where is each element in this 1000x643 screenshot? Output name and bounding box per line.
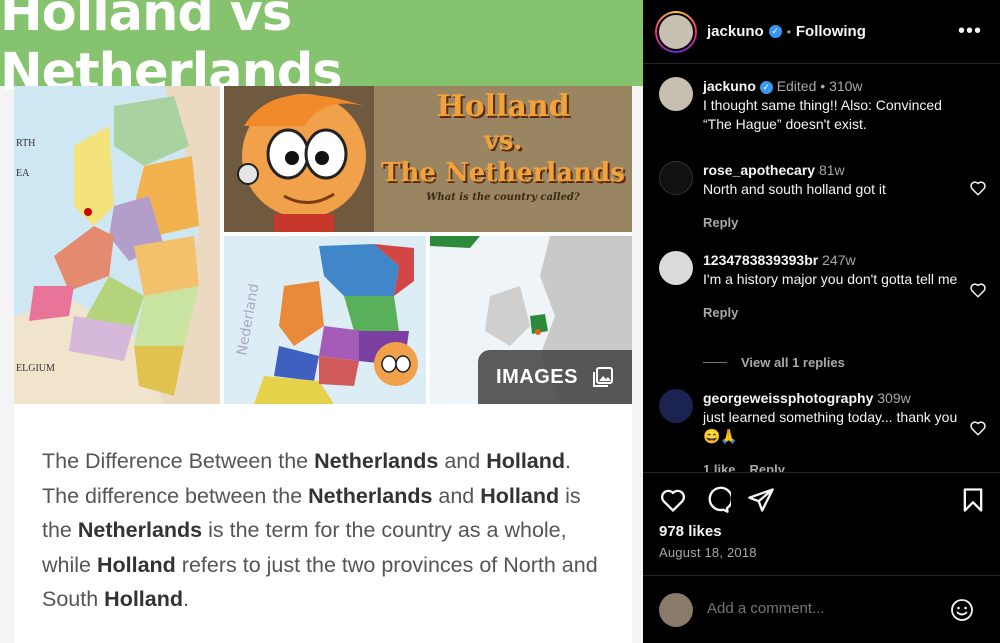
- header-separator: •: [786, 24, 791, 39]
- heart-icon[interactable]: [969, 281, 987, 299]
- likes-count[interactable]: 978 likes: [659, 523, 722, 540]
- definition-text: The Difference Between the Netherlands a…: [42, 444, 610, 617]
- comment-avatar[interactable]: [659, 77, 693, 111]
- netherlands-provinces-map: RTH EA ELGIUM: [14, 86, 220, 404]
- current-user-avatar: [659, 593, 693, 627]
- comment-age: 309w: [877, 390, 911, 406]
- desc-text: and: [438, 449, 487, 473]
- view-replies-label: View all 1 replies: [741, 355, 845, 370]
- comment-edited: Edited: [776, 78, 817, 94]
- map-label-north: RTH: [16, 138, 35, 149]
- add-comment-bar: [643, 575, 1000, 643]
- cartoon-subtitle: What is the country called?: [426, 192, 580, 203]
- desc-bold: Holland: [96, 552, 176, 577]
- desc-bold: Holland: [104, 587, 184, 611]
- verified-badge-icon: ✓: [768, 25, 782, 38]
- comment-avatar[interactable]: [659, 161, 693, 195]
- reply-button[interactable]: Reply: [703, 303, 965, 322]
- add-comment-input[interactable]: [707, 600, 927, 617]
- comment-username[interactable]: 1234783839393br: [703, 252, 818, 268]
- following-button[interactable]: Following: [796, 23, 866, 40]
- comment-text: just learned something today... thank yo…: [703, 409, 958, 444]
- comment-age: 310w: [829, 78, 863, 94]
- comment-username[interactable]: jackuno: [703, 78, 756, 94]
- heart-icon[interactable]: [969, 179, 987, 197]
- map-label-sea: EA: [16, 168, 30, 179]
- comment-age: 247w: [822, 252, 856, 268]
- desc-bold: Holland: [480, 483, 560, 508]
- cartoon-title-line2: vs.: [483, 126, 523, 156]
- post-image[interactable]: Holland vs Netherlands RTH EA ELGIUM Hol…: [0, 0, 643, 643]
- header-avatar[interactable]: [655, 10, 697, 53]
- images-button[interactable]: IMAGES: [478, 350, 632, 404]
- post-sidebar: jackuno ✓ • Following ••• jackuno ✓ Edit…: [643, 0, 1000, 643]
- desc-bold: Netherlands: [308, 483, 433, 508]
- comment-avatar[interactable]: [659, 251, 693, 285]
- comment-username[interactable]: georgeweissphotography: [703, 390, 873, 406]
- desc-text: and: [432, 483, 481, 508]
- view-replies-button[interactable]: View all 1 replies: [703, 355, 845, 370]
- desc-text: .: [183, 587, 189, 611]
- comment-age: 81w: [818, 162, 845, 178]
- desc-bold: Netherlands: [314, 449, 439, 473]
- comments-list: jackuno ✓ Edited • 310w I thought same t…: [643, 65, 1000, 473]
- header-username[interactable]: jackuno: [707, 23, 764, 40]
- desc-text: The Difference Between the: [42, 449, 315, 473]
- bookmark-icon[interactable]: [959, 486, 987, 514]
- cartoon-thumbnail: Holland vs. The Netherlands What is the …: [224, 86, 632, 232]
- comment-username[interactable]: rose_apothecary: [703, 162, 815, 178]
- provinces-cartoon-map: Nederland: [224, 236, 426, 404]
- heart-icon[interactable]: [969, 419, 987, 437]
- reply-button[interactable]: Reply: [703, 213, 965, 232]
- comment-separator: •: [820, 78, 826, 94]
- gallery-icon: [592, 367, 613, 387]
- emoji-icon[interactable]: [950, 598, 974, 622]
- comment-avatar[interactable]: [659, 389, 693, 423]
- cartoon-title-line3: The Netherlands: [381, 158, 625, 188]
- comment-text: I'm a history major you don't gotta tell…: [703, 271, 958, 287]
- comment-text: I thought same thing!! Also: Convinced “…: [703, 97, 942, 132]
- verified-badge-icon: ✓: [759, 80, 773, 94]
- comment-text: North and south holland got it: [703, 181, 886, 197]
- reply-button[interactable]: Reply: [750, 460, 785, 472]
- post-header: jackuno ✓ • Following •••: [643, 0, 1000, 64]
- more-options-icon[interactable]: •••: [958, 20, 982, 43]
- paper-plane-icon[interactable]: [747, 486, 775, 514]
- view-replies-line: [703, 362, 727, 363]
- cartoon-title-line1: Holland: [436, 89, 570, 124]
- post-date: August 18, 2018: [659, 545, 757, 560]
- search-result-card: RTH EA ELGIUM Holland vs. The Netherland…: [14, 86, 632, 643]
- desc-bold: Netherlands: [77, 518, 203, 542]
- map-label-belgium: ELGIUM: [16, 363, 55, 374]
- comment-bubble-icon[interactable]: [703, 486, 731, 514]
- post-actions: [659, 486, 989, 516]
- image-title-banner: Holland vs Netherlands: [0, 0, 643, 102]
- desc-bold: Holland: [486, 449, 566, 473]
- images-button-label: IMAGES: [496, 365, 578, 388]
- comment-likes[interactable]: 1 like: [703, 460, 736, 472]
- heart-icon[interactable]: [659, 486, 687, 514]
